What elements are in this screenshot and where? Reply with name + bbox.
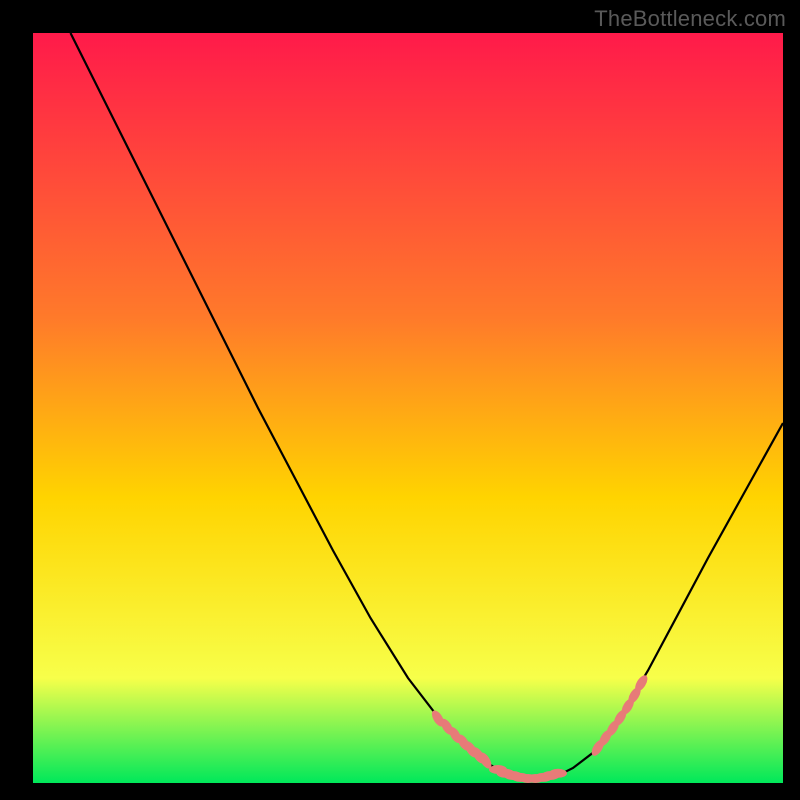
bottleneck-chart [33,33,783,783]
watermark-text: TheBottleneck.com [594,6,786,32]
chart-frame [33,33,783,783]
gradient-background [33,33,783,783]
highlight-dot [549,769,567,778]
